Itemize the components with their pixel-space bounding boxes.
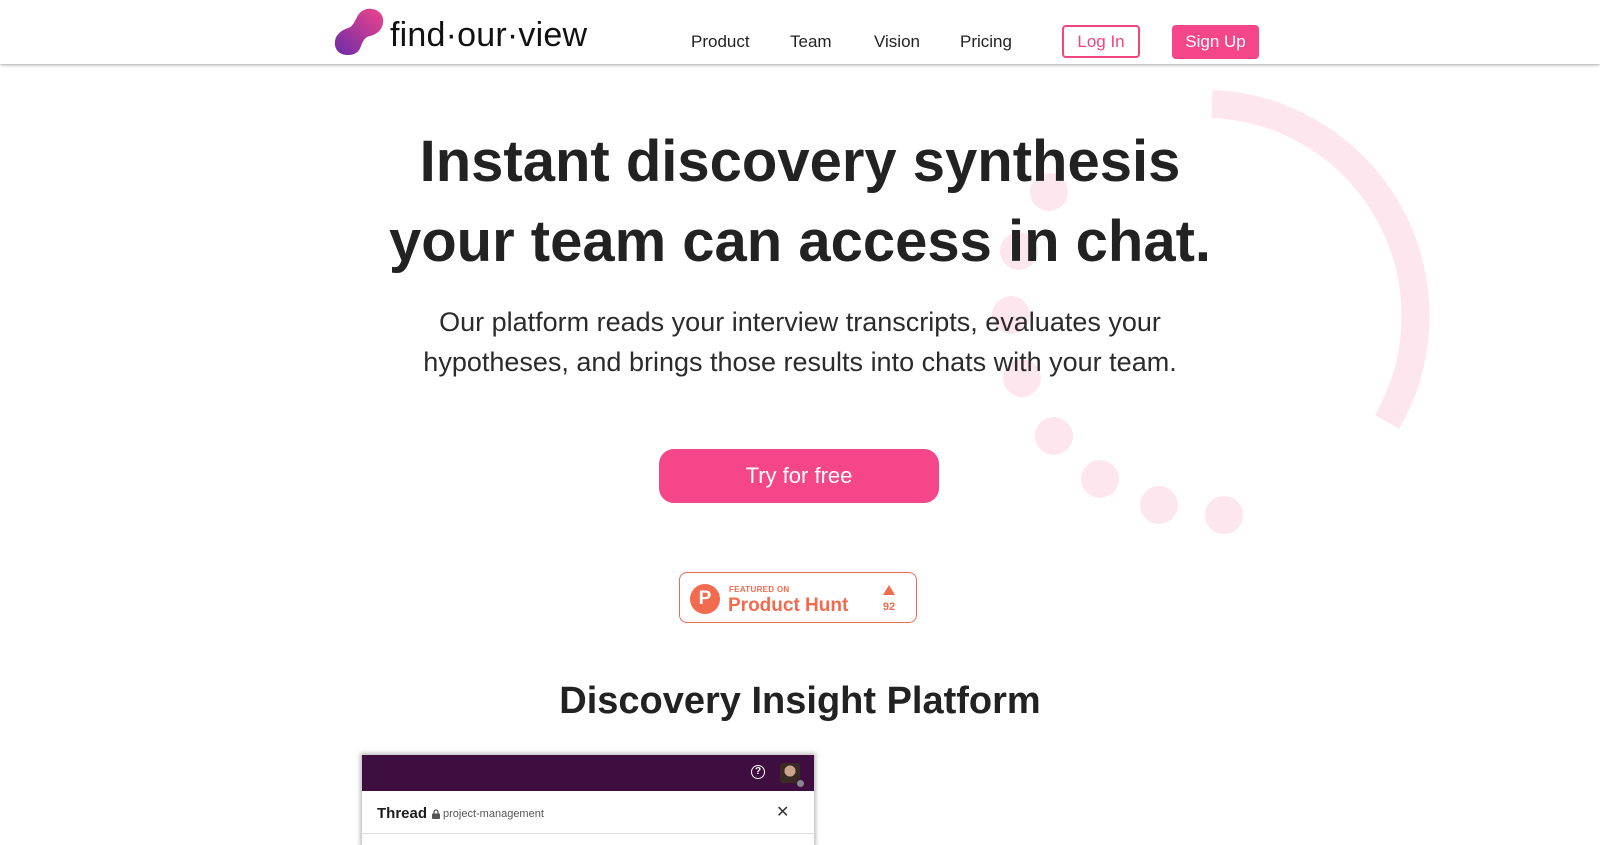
hero-title-line-2: your team can access in chat.	[388, 209, 1212, 274]
help-icon[interactable]: ?	[751, 765, 765, 779]
hero-title-line-1: Instant discovery synthesis	[419, 129, 1181, 194]
decor-dot	[1205, 496, 1243, 534]
nav-link-pricing[interactable]: Pricing	[960, 33, 1012, 50]
chat-mockup: ? Thread project-management ✕	[362, 755, 814, 845]
product-hunt-badge[interactable]: P FEATURED ON Product Hunt 92	[679, 572, 917, 623]
nav-link-team[interactable]: Team	[790, 33, 832, 50]
thread-title: Thread	[377, 805, 428, 822]
close-icon[interactable]: ✕	[776, 802, 789, 822]
hero-subtitle-line-2: hypotheses, and brings those results int…	[423, 347, 1177, 377]
decor-dot	[1081, 460, 1119, 498]
brand-name[interactable]: find·our·view	[390, 18, 587, 52]
signup-button[interactable]: Sign Up	[1172, 25, 1259, 59]
product-hunt-upvote-count: 92	[882, 601, 896, 613]
decor-dot	[1140, 486, 1178, 524]
product-hunt-name: Product Hunt	[728, 595, 849, 616]
nav-link-product[interactable]: Product	[691, 33, 750, 50]
login-button[interactable]: Log In	[1062, 25, 1140, 58]
product-hunt-logo-icon: P	[690, 584, 720, 614]
lock-icon	[432, 809, 440, 819]
mockup-top-bar: ?	[362, 755, 814, 791]
product-hunt-featured-label: FEATURED ON	[729, 585, 790, 594]
upvote-arrow-icon	[883, 585, 895, 595]
decor-dot	[1035, 417, 1073, 455]
nav-link-vision[interactable]: Vision	[874, 33, 920, 50]
hero-subtitle-line-1: Our platform reads your interview transc…	[439, 307, 1161, 337]
brand-logo-icon[interactable]	[334, 8, 386, 56]
try-for-free-button[interactable]: Try for free	[659, 449, 939, 503]
hero-title: Instant discovery synthesis your team ca…	[300, 122, 1300, 282]
section-title: Discovery Insight Platform	[559, 680, 1041, 722]
presence-status-icon	[796, 779, 805, 788]
hero-subtitle: Our platform reads your interview transc…	[300, 302, 1300, 382]
top-navbar: find·our·view Product Team Vision Pricin…	[0, 0, 1600, 64]
channel-name[interactable]: project-management	[443, 808, 544, 820]
